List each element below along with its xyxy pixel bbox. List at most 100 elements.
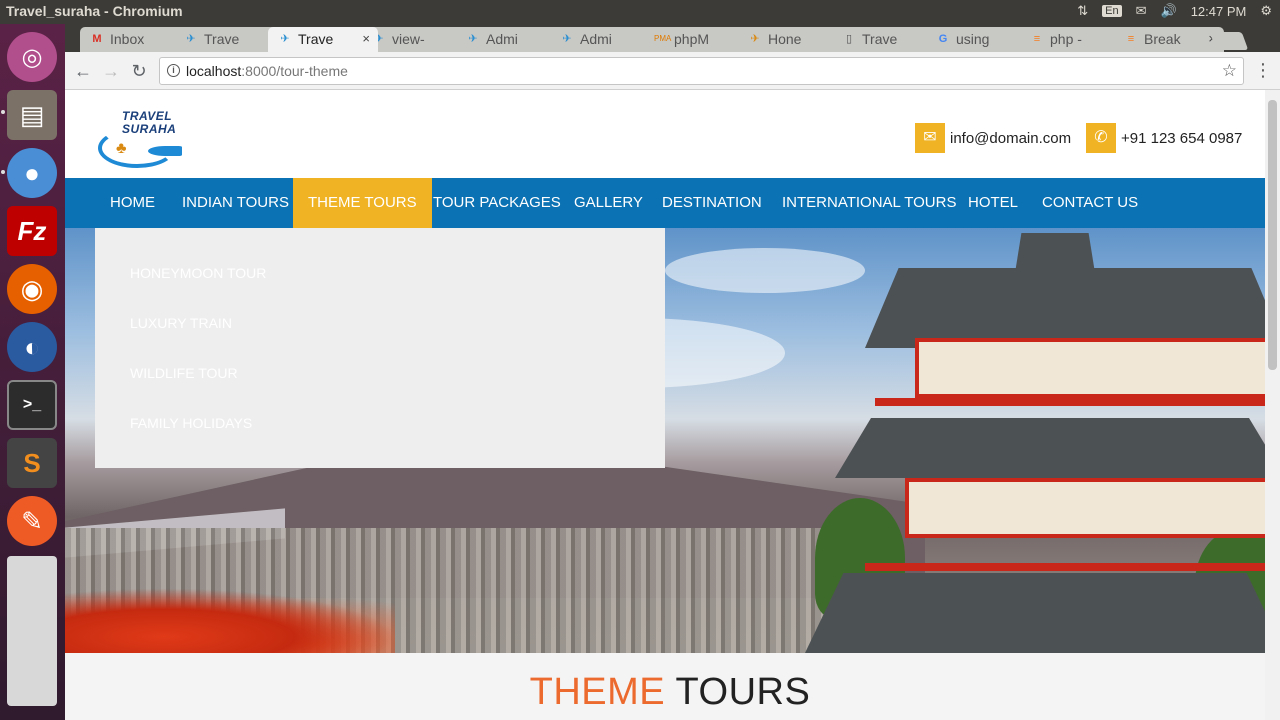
postman-app-icon[interactable]: ✎ xyxy=(7,496,57,546)
terminal-app-icon[interactable]: >_ xyxy=(7,380,57,430)
browser-toolbar: ← → ↻ i localhost:8000/tour-theme ☆ ⋮ xyxy=(65,52,1280,90)
site-icon: ✈ xyxy=(186,33,196,45)
tab-label: Hone xyxy=(768,31,802,47)
browser-menu-icon[interactable]: ⋮ xyxy=(1254,60,1272,81)
window-title: Travel_suraha - Chromium xyxy=(6,3,183,19)
volume-icon[interactable]: 🔊 xyxy=(1161,3,1177,19)
logo-palm-icon: ♣ xyxy=(116,140,127,157)
reload-icon[interactable]: ↻ xyxy=(128,60,150,82)
pagoda-rail xyxy=(875,398,1265,406)
chromium-app-icon[interactable]: ● xyxy=(7,148,57,198)
tab-label: phpM xyxy=(674,31,710,47)
tab-label: using xyxy=(956,31,990,47)
url-host: localhost xyxy=(186,63,242,79)
site-icon: ✈ xyxy=(562,33,572,45)
close-icon[interactable]: × xyxy=(362,27,370,51)
running-indicator xyxy=(1,110,5,114)
site-icon: ✈ xyxy=(468,33,478,45)
google-icon: G xyxy=(938,33,948,45)
tab-label: Trave xyxy=(862,31,898,47)
tab-label: Admi xyxy=(486,31,518,47)
files-app-icon[interactable]: ▤ xyxy=(7,90,57,140)
info-icon[interactable]: i xyxy=(167,64,180,77)
pagoda xyxy=(755,228,1265,653)
logo-plane-icon xyxy=(148,146,182,156)
dropdown-item-family-holidays[interactable]: FAMILY HOLIDAYS xyxy=(130,415,252,431)
browser-tab-active[interactable]: ✈ Trave × xyxy=(268,27,378,52)
nav-item-international-tours[interactable]: INTERNATIONAL TOURS xyxy=(767,178,971,228)
tab-label: Break xyxy=(1144,31,1181,47)
logo-line-2: SURAHA xyxy=(122,122,177,136)
phone-icon: ✆ xyxy=(1086,123,1116,153)
fish-app-icon[interactable]: ◐ xyxy=(7,322,57,372)
nav-item-tour-packages[interactable]: TOUR PACKAGES xyxy=(418,178,576,228)
gear-icon[interactable]: ⚙ xyxy=(1260,3,1272,19)
tab-label: Inbox xyxy=(110,31,145,47)
logo-text: TRAVEL SURAHA xyxy=(122,110,176,136)
browser-tab[interactable]: ≡ Break × xyxy=(1114,27,1224,52)
email-text: info@domain.com xyxy=(950,129,1072,147)
page-viewport: ♣ TRAVEL SURAHA ✉ info@domain.com ✆ +91 … xyxy=(65,90,1265,720)
pagoda-spire xyxy=(1015,233,1095,273)
section-title-main: TOURS xyxy=(675,671,811,713)
bookmark-star-icon[interactable]: ☆ xyxy=(1222,58,1237,84)
nav-item-contact-us[interactable]: CONTACT US xyxy=(1027,178,1153,228)
pagoda-rail xyxy=(865,563,1265,571)
running-indicator xyxy=(1,170,5,174)
office-apps-stack-icon[interactable] xyxy=(7,556,57,706)
theme-tours-dropdown: HONEYMOON TOUR LUXURY TRAIN WILDLIFE TOU… xyxy=(95,228,665,468)
dropdown-item-wildlife-tour[interactable]: WILDLIFE TOUR xyxy=(130,365,238,381)
os-top-panel: Travel_suraha - Chromium ⇅ En ✉ 🔊 12:47 … xyxy=(0,0,1280,24)
nav-item-hotel[interactable]: HOTEL xyxy=(953,178,1033,228)
tab-label: php - xyxy=(1050,31,1082,47)
nav-item-destination[interactable]: DESTINATION xyxy=(647,178,777,228)
forward-arrow-icon[interactable]: → xyxy=(100,60,122,82)
browser-tabstrip: M Inbox × ✈ Trave × ✈ Trave × ✈ view- × … xyxy=(65,24,1280,52)
autumn-foliage xyxy=(65,588,395,653)
clock[interactable]: 12:47 PM xyxy=(1191,4,1247,19)
stackoverflow-icon: ≡ xyxy=(1033,33,1041,45)
new-tab-button[interactable] xyxy=(1209,32,1249,50)
section-title: THEME TOURS xyxy=(65,671,1265,714)
back-arrow-icon[interactable]: ← xyxy=(72,60,94,82)
sublime-app-icon[interactable]: S xyxy=(7,438,57,488)
unity-launcher: ◎ ▤ ● Fz ◉ ◐ >_ S ✎ xyxy=(0,24,65,720)
site-logo[interactable]: ♣ TRAVEL SURAHA xyxy=(98,108,188,168)
nav-item-home[interactable]: HOME xyxy=(95,178,170,228)
dropdown-item-honeymoon-tour[interactable]: HONEYMOON TOUR xyxy=(130,265,266,281)
pagoda-roof-bottom xyxy=(805,573,1265,653)
scrollbar-thumb[interactable] xyxy=(1268,100,1277,370)
main-nav: HOME INDIAN TOURS THEME TOURS TOUR PACKA… xyxy=(65,178,1265,228)
nav-item-indian-tours[interactable]: INDIAN TOURS xyxy=(167,178,304,228)
tab-label: Trave xyxy=(204,31,240,47)
stackoverflow-icon: ≡ xyxy=(1127,33,1135,45)
phpmyadmin-icon: PMA xyxy=(654,34,672,43)
mail-icon[interactable]: ✉ xyxy=(1136,3,1147,19)
section-title-accent: THEME xyxy=(529,671,666,713)
gmail-icon: M xyxy=(92,33,102,45)
nav-item-theme-tours[interactable]: THEME TOURS xyxy=(293,178,432,228)
dropdown-item-luxury-train[interactable]: LUXURY TRAIN xyxy=(130,315,232,331)
phone-text: +91 123 654 0987 xyxy=(1121,129,1243,147)
site-header: ♣ TRAVEL SURAHA ✉ info@domain.com ✆ +91 … xyxy=(65,90,1265,178)
page-scrollbar[interactable] xyxy=(1265,90,1280,720)
tab-label: Trave xyxy=(298,31,334,47)
ubuntu-dash-icon[interactable]: ◎ xyxy=(7,32,57,82)
address-bar[interactable]: i localhost:8000/tour-theme ☆ xyxy=(159,57,1244,85)
contact-email[interactable]: ✉ info@domain.com xyxy=(915,123,1071,153)
pagoda-roof-top xyxy=(865,268,1265,348)
nav-item-gallery[interactable]: GALLERY xyxy=(559,178,658,228)
tab-label: view- xyxy=(392,31,425,47)
firefox-app-icon[interactable]: ◉ xyxy=(7,264,57,314)
pagoda-wall xyxy=(905,478,1265,538)
tab-label: Admi xyxy=(580,31,612,47)
site-icon: ✈ xyxy=(750,33,760,45)
contact-phone[interactable]: ✆ +91 123 654 0987 xyxy=(1086,123,1242,153)
filezilla-app-icon[interactable]: Fz xyxy=(7,206,57,256)
system-tray: ⇅ En ✉ 🔊 12:47 PM ⚙ xyxy=(1077,3,1272,19)
keyboard-layout-indicator[interactable]: En xyxy=(1102,5,1122,17)
url-path: :8000/tour-theme xyxy=(241,63,348,79)
theme-tours-section: THEME TOURS xyxy=(65,653,1265,720)
site-icon: ✈ xyxy=(280,33,290,45)
network-sort-icon[interactable]: ⇅ xyxy=(1077,3,1088,19)
